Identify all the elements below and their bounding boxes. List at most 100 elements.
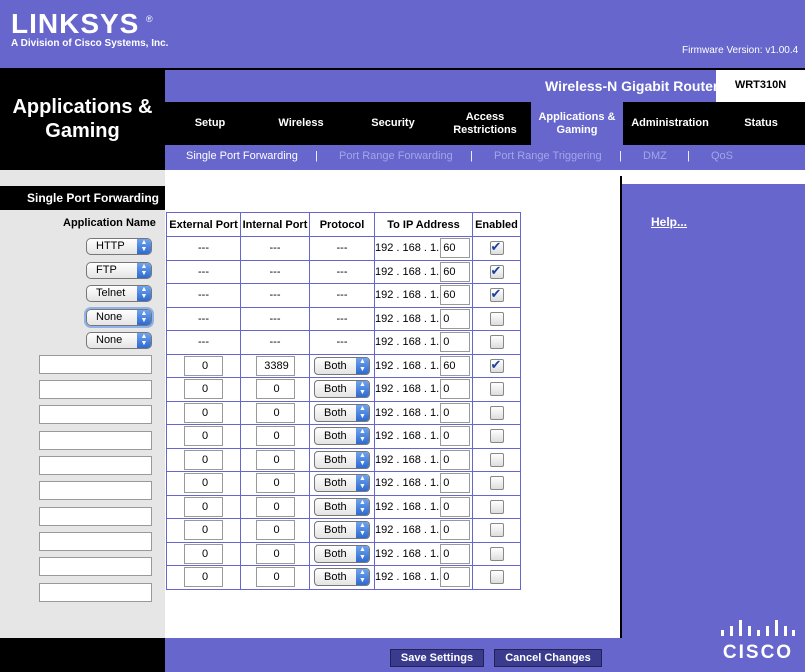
external-port-input[interactable]: 0 <box>184 543 223 564</box>
cancel-changes-button[interactable]: Cancel Changes <box>494 649 602 667</box>
ip-last-octet-input[interactable]: 0 <box>440 332 471 353</box>
internal-port-cell: 3389 <box>240 353 310 378</box>
ip-last-octet-input[interactable]: 0 <box>440 402 471 423</box>
protocol-select-value: Both <box>324 500 347 513</box>
enabled-checkbox[interactable] <box>489 405 504 420</box>
subtab-qos[interactable]: QoS <box>711 150 733 162</box>
protocol-select[interactable]: Both ▲ ▼ <box>314 356 370 375</box>
protocol-select[interactable]: Both ▲ ▼ <box>314 403 370 422</box>
external-port-input[interactable]: 0 <box>184 520 223 541</box>
enabled-checkbox[interactable] <box>489 570 504 585</box>
ip-last-octet-input[interactable]: 0 <box>440 379 471 400</box>
internal-port-input[interactable]: 0 <box>255 567 295 588</box>
port-forwarding-table: External Port Internal Port Protocol To … <box>166 212 521 590</box>
internal-port-cell: 0 <box>240 518 310 543</box>
enabled-cell <box>472 353 521 378</box>
internal-port-input[interactable]: 0 <box>255 379 295 400</box>
internal-port-input[interactable]: 0 <box>255 496 295 517</box>
help-link[interactable]: Help... <box>651 215 687 229</box>
app-name-input[interactable] <box>39 583 152 602</box>
external-port-input[interactable]: 0 <box>184 426 223 447</box>
external-port-cell: 0 <box>166 494 241 519</box>
app-select-ftp[interactable]: FTP ▲ ▼ <box>86 262 152 279</box>
protocol-select[interactable]: Both ▲ ▼ <box>314 497 370 516</box>
ip-last-octet-input[interactable]: 60 <box>440 285 471 306</box>
enabled-checkbox[interactable] <box>489 311 504 326</box>
enabled-checkbox[interactable] <box>489 523 504 538</box>
external-port-input[interactable]: 0 <box>184 496 223 517</box>
enabled-checkbox[interactable] <box>489 239 504 256</box>
tab-security[interactable]: Security <box>347 102 439 145</box>
protocol-select[interactable]: Both ▲ ▼ <box>314 568 370 587</box>
ip-last-octet-input[interactable]: 0 <box>440 426 471 447</box>
enabled-checkbox[interactable] <box>489 429 504 444</box>
enabled-checkbox[interactable] <box>489 499 504 514</box>
tab-status[interactable]: Status <box>717 102 805 145</box>
tab-access-restrictions[interactable]: Access Restrictions <box>439 102 531 145</box>
tab-applications-gaming[interactable]: Applications & Gaming <box>531 102 623 145</box>
external-port-input[interactable]: 0 <box>184 567 223 588</box>
protocol-select[interactable]: Both ▲ ▼ <box>314 450 370 469</box>
app-name-input[interactable] <box>39 507 152 526</box>
enabled-checkbox[interactable] <box>489 263 504 279</box>
app-select-none-1[interactable]: None ▲ ▼ <box>86 309 152 326</box>
ip-last-octet-input[interactable]: 0 <box>440 520 471 541</box>
protocol-cell: Both ▲ ▼ <box>309 565 375 590</box>
app-select-http[interactable]: HTTP ▲ ▼ <box>86 238 152 255</box>
external-port-input[interactable]: 0 <box>184 449 223 470</box>
enabled-cell <box>472 424 521 449</box>
ip-last-octet-input[interactable]: 0 <box>440 496 471 517</box>
tab-wireless[interactable]: Wireless <box>255 102 347 145</box>
internal-port-input[interactable]: 3389 <box>255 355 295 376</box>
app-name-input[interactable] <box>39 456 152 475</box>
protocol-select[interactable]: Both ▲ ▼ <box>314 380 370 399</box>
internal-port-input[interactable]: 0 <box>255 426 295 447</box>
subtab-port-range-triggering[interactable]: Port Range Triggering <box>494 150 602 162</box>
tab-administration[interactable]: Administration <box>623 102 717 145</box>
internal-port-input[interactable]: 0 <box>255 520 295 541</box>
app-name-input[interactable] <box>39 481 152 500</box>
app-name-input[interactable] <box>39 557 152 576</box>
enabled-checkbox[interactable] <box>489 357 504 373</box>
enabled-checkbox[interactable] <box>489 335 504 350</box>
ip-last-octet-input[interactable]: 60 <box>440 355 471 376</box>
app-name-input[interactable] <box>39 431 152 450</box>
ip-last-octet-input[interactable]: 0 <box>440 473 471 494</box>
ip-last-octet-input[interactable]: 0 <box>440 308 471 329</box>
app-select-telnet[interactable]: Telnet ▲ ▼ <box>86 285 152 302</box>
ip-last-octet-input[interactable]: 0 <box>440 449 471 470</box>
internal-port-input[interactable]: 0 <box>255 543 295 564</box>
ip-last-octet-input[interactable]: 0 <box>440 567 471 588</box>
protocol-select[interactable]: Both ▲ ▼ <box>314 474 370 493</box>
enabled-checkbox[interactable] <box>489 476 504 491</box>
ip-last-octet-input[interactable]: 60 <box>440 261 471 282</box>
internal-port-input[interactable]: 0 <box>255 449 295 470</box>
protocol-select-value: Both <box>324 430 347 443</box>
app-name-input[interactable] <box>39 380 152 399</box>
internal-port-input[interactable]: 0 <box>255 402 295 423</box>
app-name-input[interactable] <box>39 405 152 424</box>
enabled-checkbox[interactable] <box>489 286 504 303</box>
app-name-input[interactable] <box>39 355 152 374</box>
app-select-none-2[interactable]: None ▲ ▼ <box>86 332 152 349</box>
external-port-input[interactable]: 0 <box>184 379 223 400</box>
protocol-select[interactable]: Both ▲ ▼ <box>314 427 370 446</box>
external-port-input[interactable]: 0 <box>184 402 223 423</box>
ip-last-octet-input[interactable]: 0 <box>440 543 471 564</box>
save-settings-button[interactable]: Save Settings <box>390 649 484 667</box>
internal-port-input[interactable]: 0 <box>255 473 295 494</box>
protocol-select[interactable]: Both ▲ ▼ <box>314 544 370 563</box>
external-port-input[interactable]: 0 <box>184 473 223 494</box>
ip-prefix: 192 . 168 . 1. <box>375 571 440 584</box>
ip-last-octet-input[interactable]: 60 <box>440 238 471 259</box>
app-name-input[interactable] <box>39 532 152 551</box>
subtab-dmz[interactable]: DMZ <box>643 150 667 162</box>
subtab-port-range-forwarding[interactable]: Port Range Forwarding <box>339 150 453 162</box>
enabled-checkbox[interactable] <box>489 382 504 397</box>
enabled-checkbox[interactable] <box>489 452 504 467</box>
external-port-input[interactable]: 0 <box>184 355 223 376</box>
tab-setup[interactable]: Setup <box>165 102 255 145</box>
protocol-select[interactable]: Both ▲ ▼ <box>314 521 370 540</box>
enabled-checkbox[interactable] <box>489 546 504 561</box>
subtab-single-port-forwarding[interactable]: Single Port Forwarding <box>186 150 298 162</box>
